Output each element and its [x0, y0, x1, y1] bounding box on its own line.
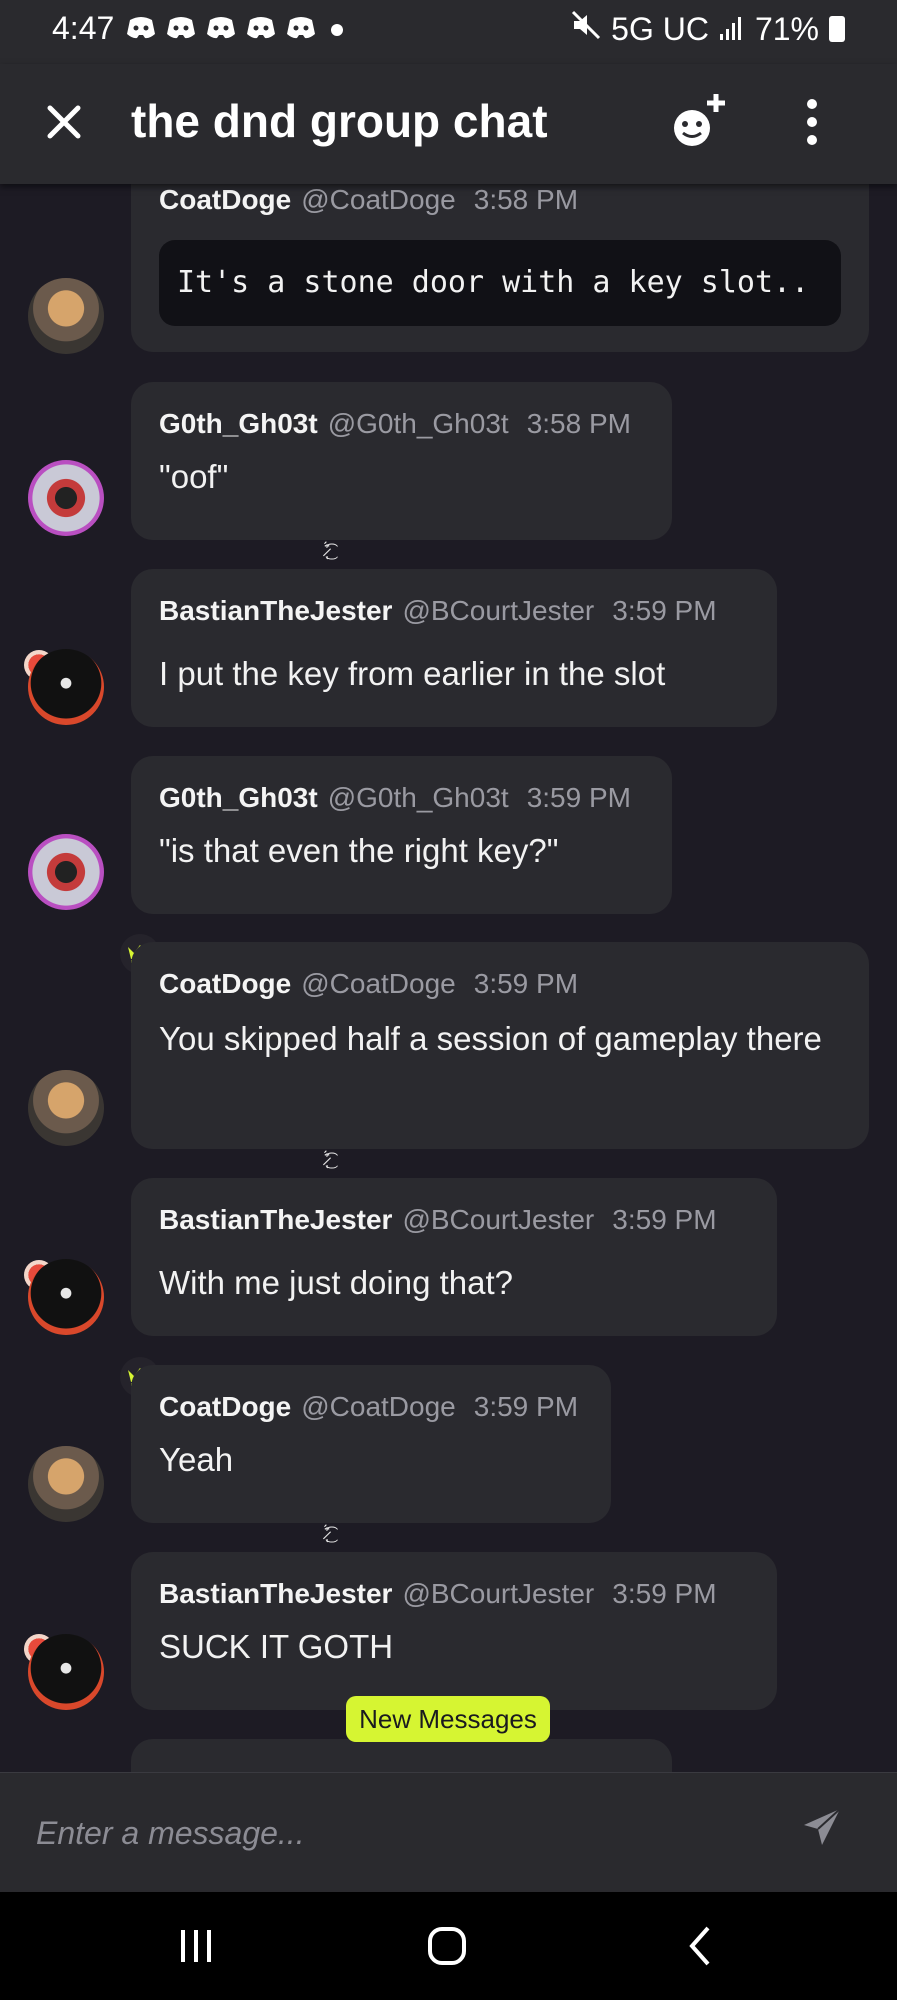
message-time: 3:58 PM [526, 408, 631, 439]
message-header: CoatDoge @CoatDoge 3:58 PM [159, 184, 578, 216]
message-bubble[interactable]: CoatDoge @CoatDoge 3:59 PM You skipped hal… [131, 942, 869, 1149]
message-header: BastianTheJester̷̜̖̓̈́͜͡ @BCourtJester 3:5… [159, 595, 717, 627]
message-handle: @G0th_Gh03t [327, 408, 509, 439]
message-text: "oof" [159, 458, 229, 495]
message-bubble[interactable]: CoatDoge @CoatDoge 3:58 PM It's a stone do… [131, 184, 869, 352]
message-text: With me just doing that? [159, 1264, 514, 1301]
message-handle: @CoatDoge [301, 184, 456, 215]
message-header: G0th_Gh03t @G0th_Gh03t 3:59 PM [159, 782, 631, 814]
zalgo-glyphs: ̷̜̖̓̈́͜͡ [327, 1526, 333, 1543]
add-member-button[interactable] [668, 88, 732, 152]
avatar[interactable] [28, 1446, 104, 1522]
message-time: 3:59 PM [612, 1578, 717, 1609]
close-button[interactable] [36, 94, 92, 150]
message-header: CoatDoge @CoatDoge 3:59 PM [159, 968, 578, 1000]
back-button[interactable] [670, 1922, 730, 1972]
add-member-icon [674, 94, 725, 146]
message-time: 3:59 PM [526, 782, 631, 813]
avatar[interactable] [28, 278, 104, 354]
home-button[interactable] [418, 1922, 478, 1972]
home-icon [428, 1927, 466, 1965]
avatar[interactable] [28, 1070, 104, 1146]
battery-label: 71% [754, 10, 819, 47]
status-right: 5G UC 71% [571, 10, 845, 48]
message-bubble[interactable] [131, 1739, 672, 1772]
new-messages-button[interactable]: New Messages [346, 1696, 550, 1742]
message-bubble[interactable]: G0th_Gh03t @G0th_Gh03t 3:58 PM "oof" [131, 382, 672, 540]
message-text: "is that even the right key?" [159, 832, 559, 869]
close-icon [47, 105, 81, 139]
more-vertical-icon [807, 99, 817, 145]
message-handle: @CoatDoge [301, 968, 456, 999]
code-block: It's a stone door with a key slot.. [159, 240, 841, 326]
mute-icon [571, 10, 601, 48]
network-label: 5G UC [611, 10, 709, 47]
message-author[interactable]: G0th_Gh03t [159, 782, 318, 813]
message-handle: @BCourtJester [402, 595, 595, 626]
avatar[interactable] [28, 1259, 104, 1335]
message-author[interactable]: CoatDoge [159, 968, 291, 999]
message-header: G0th_Gh03t @G0th_Gh03t 3:58 PM [159, 408, 631, 440]
message-handle: @G0th_Gh03t [327, 782, 509, 813]
message-text: Yeah [159, 1441, 234, 1478]
zalgo-glyphs: ̷̜̖̓̈́͜͡ [327, 1152, 333, 1169]
message-time: 3:59 PM [473, 968, 579, 999]
message-bubble[interactable]: BastianTheJester̷̜̖̓̈́͜͡ @BCourtJester 3:5… [131, 1178, 777, 1336]
discord-notification-icon [246, 14, 276, 40]
system-navigation-bar [0, 1892, 897, 2000]
discord-notification-icon [206, 14, 236, 40]
message-handle: @BCourtJester [402, 1204, 595, 1235]
notification-icons [126, 14, 316, 40]
page-title: the dnd group chat [131, 95, 548, 147]
discord-notification-icon [126, 14, 156, 40]
avatar[interactable] [28, 834, 104, 910]
message-text: I put the key from earlier in the slot [159, 655, 666, 692]
message-author[interactable]: CoatDoge [159, 184, 291, 215]
message-composer [0, 1772, 897, 1892]
recents-icon [181, 1930, 211, 1962]
message-header: BastianTheJester̷̜̖̓̈́͜͡ @BCourtJester 3:5… [159, 1204, 717, 1236]
recents-button[interactable] [166, 1922, 226, 1972]
message-time: 3:58 PM [473, 184, 579, 215]
message-time: 3:59 PM [473, 1391, 579, 1422]
message-author[interactable]: BastianTheJester [159, 1204, 392, 1235]
send-icon [804, 1808, 841, 1845]
message-list[interactable]: CoatDoge @CoatDoge 3:58 PM It's a stone do… [0, 184, 897, 1772]
message-header: BastianTheJester̷̜̖̓̈́͜͡ @BCourtJester 3:5… [159, 1578, 717, 1610]
message-input[interactable] [36, 1803, 756, 1863]
message-text: SUCK IT GOTH [159, 1628, 394, 1665]
message-text: You skipped half a session of gameplay t… [159, 1020, 822, 1057]
avatar[interactable] [28, 649, 104, 725]
message-bubble[interactable]: BastianTheJester̷̜̖̓̈́͜͡ @BCourtJester 3:5… [131, 1552, 777, 1710]
avatar[interactable] [28, 460, 104, 536]
send-button[interactable] [800, 1805, 844, 1849]
more-notifications-dot [331, 24, 343, 36]
message-handle: @BCourtJester [402, 1578, 595, 1609]
status-time: 4:47 [52, 10, 115, 46]
message-author[interactable]: BastianTheJester [159, 1578, 392, 1609]
message-bubble[interactable]: CoatDoge @CoatDoge 3:59 PM Yeah [131, 1365, 611, 1523]
message-time: 3:59 PM [612, 1204, 717, 1235]
message-author[interactable]: G0th_Gh03t [159, 408, 318, 439]
avatar[interactable] [28, 1634, 104, 1710]
chat-header: the dnd group chat [0, 64, 897, 184]
message-author[interactable]: BastianTheJester [159, 595, 392, 626]
zalgo-glyphs: ̷̜̖̓̈́͜͡ [327, 543, 333, 560]
battery-icon [829, 16, 845, 42]
message-bubble[interactable]: BastianTheJester̷̜̖̓̈́͜͡ @BCourtJester 3:5… [131, 569, 777, 727]
more-options-button[interactable] [790, 94, 834, 150]
discord-notification-icon [286, 14, 316, 40]
signal-icon [719, 11, 745, 48]
message-bubble[interactable]: G0th_Gh03t @G0th_Gh03t 3:59 PM "is that ev… [131, 756, 672, 914]
back-icon [689, 1926, 710, 1966]
status-bar: 4:47 5G UC 71% [0, 0, 897, 64]
message-author[interactable]: CoatDoge [159, 1391, 291, 1422]
discord-notification-icon [166, 14, 196, 40]
message-header: CoatDoge @CoatDoge 3:59 PM [159, 1391, 578, 1423]
message-handle: @CoatDoge [301, 1391, 456, 1422]
message-time: 3:59 PM [612, 595, 717, 626]
